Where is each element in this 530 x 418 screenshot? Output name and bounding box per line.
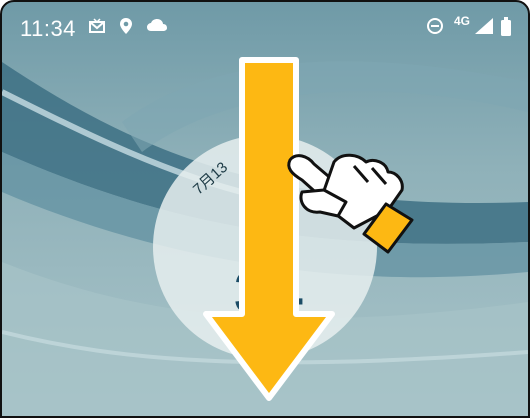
- pointing-hand-icon: [287, 153, 414, 254]
- phone-screen: 11:34 4G 7月13 34: [0, 0, 530, 418]
- down-arrow-icon: [203, 57, 335, 401]
- swipe-down-hint: [203, 57, 414, 401]
